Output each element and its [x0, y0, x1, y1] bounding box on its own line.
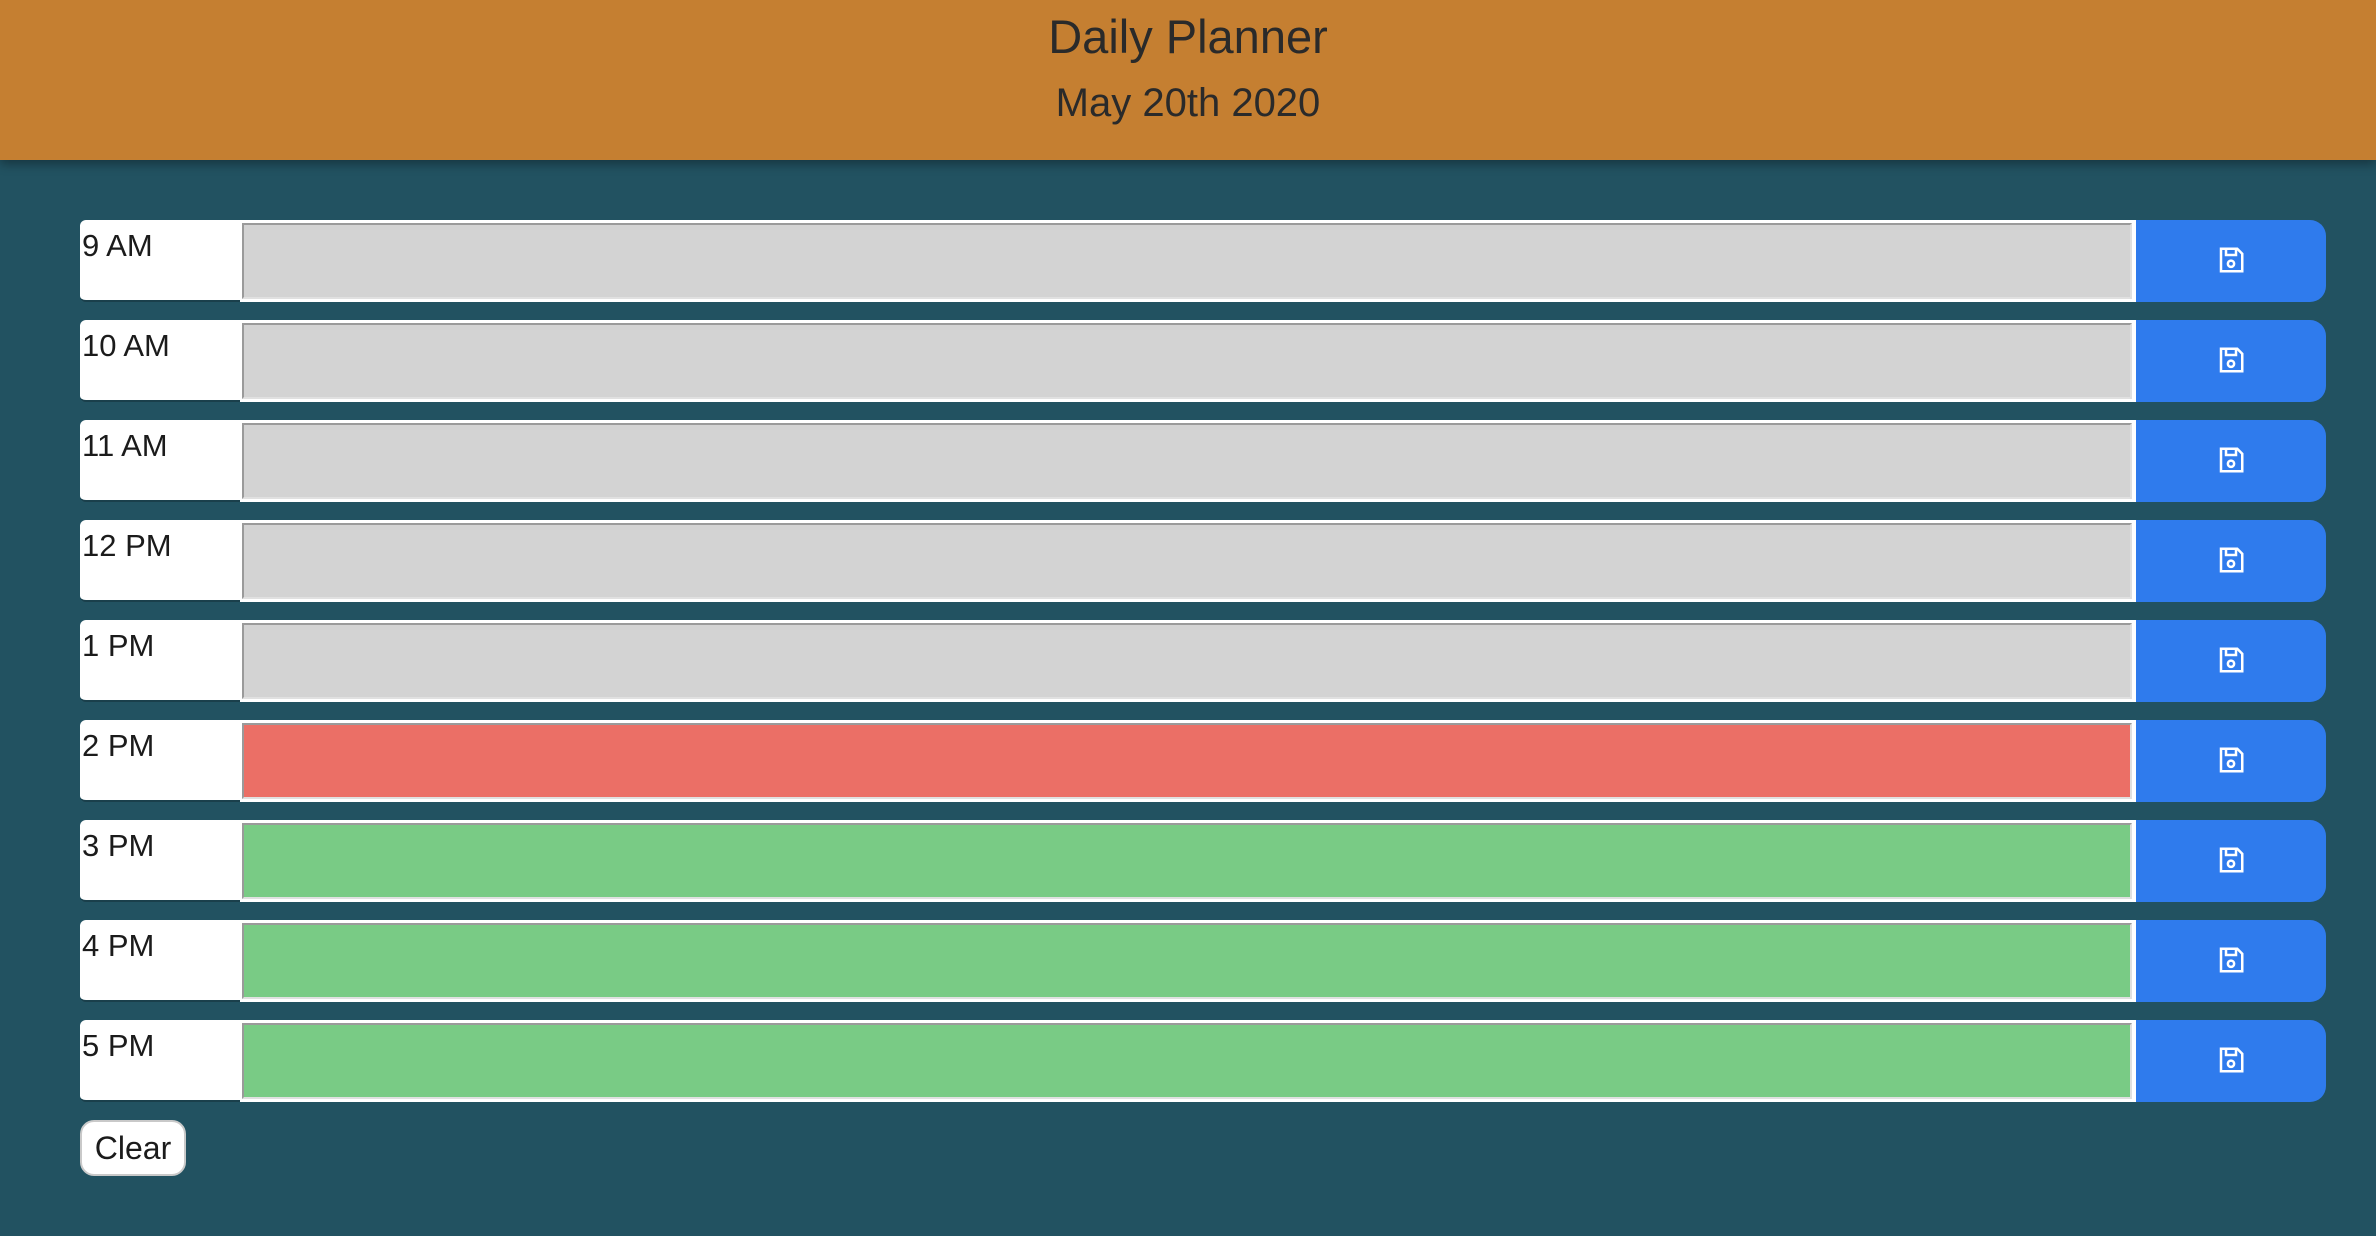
hour-label: 2 PM	[80, 720, 240, 802]
floppy-disk-icon	[2216, 245, 2246, 278]
save-button[interactable]	[2136, 320, 2326, 402]
header: Daily Planner May 20th 2020	[0, 0, 2376, 160]
event-textarea[interactable]	[242, 823, 2132, 899]
hour-label: 11 AM	[80, 420, 240, 502]
save-button[interactable]	[2136, 1020, 2326, 1102]
hour-label: 9 AM	[80, 220, 240, 302]
time-block-row: 10 AM	[80, 320, 2326, 402]
save-button[interactable]	[2136, 520, 2326, 602]
save-button[interactable]	[2136, 420, 2326, 502]
save-button[interactable]	[2136, 720, 2326, 802]
time-block-row: 1 PM	[80, 620, 2326, 702]
event-textarea[interactable]	[242, 623, 2132, 699]
event-textarea[interactable]	[242, 323, 2132, 399]
time-block-row: 5 PM	[80, 1020, 2326, 1102]
time-block-list: 9 AM 10 AM 11 AM 12 PM 1 PM 2 PM 3 PM 4 …	[80, 220, 2326, 1120]
floppy-disk-icon	[2216, 845, 2246, 878]
event-slot	[240, 920, 2216, 1002]
save-button[interactable]	[2136, 820, 2326, 902]
floppy-disk-icon	[2216, 645, 2246, 678]
event-slot	[240, 320, 2216, 402]
floppy-disk-icon	[2216, 745, 2246, 778]
time-block-row: 12 PM	[80, 520, 2326, 602]
event-slot	[240, 1020, 2216, 1102]
floppy-disk-icon	[2216, 545, 2246, 578]
save-button[interactable]	[2136, 620, 2326, 702]
event-slot	[240, 420, 2216, 502]
event-textarea[interactable]	[242, 223, 2132, 299]
event-textarea[interactable]	[242, 723, 2132, 799]
event-slot	[240, 520, 2216, 602]
hour-label: 3 PM	[80, 820, 240, 902]
floppy-disk-icon	[2216, 445, 2246, 478]
save-button[interactable]	[2136, 920, 2326, 1002]
hour-label: 10 AM	[80, 320, 240, 402]
time-block-row: 11 AM	[80, 420, 2326, 502]
time-block-row: 9 AM	[80, 220, 2326, 302]
current-date: May 20th 2020	[1055, 81, 1321, 125]
hour-label: 1 PM	[80, 620, 240, 702]
hour-label: 12 PM	[80, 520, 240, 602]
event-slot	[240, 620, 2216, 702]
event-slot	[240, 220, 2216, 302]
time-block-row: 4 PM	[80, 920, 2326, 1002]
event-textarea[interactable]	[242, 923, 2132, 999]
page-title: Daily Planner	[1048, 10, 1328, 63]
event-textarea[interactable]	[242, 523, 2132, 599]
event-slot	[240, 820, 2216, 902]
hour-label: 5 PM	[80, 1020, 240, 1102]
event-textarea[interactable]	[242, 1023, 2132, 1099]
event-textarea[interactable]	[242, 423, 2132, 499]
floppy-disk-icon	[2216, 345, 2246, 378]
save-button[interactable]	[2136, 220, 2326, 302]
floppy-disk-icon	[2216, 945, 2246, 978]
time-block-row: 2 PM	[80, 720, 2326, 802]
hour-label: 4 PM	[80, 920, 240, 1002]
time-block-row: 3 PM	[80, 820, 2326, 902]
event-slot	[240, 720, 2216, 802]
clear-button[interactable]: Clear	[80, 1120, 186, 1176]
floppy-disk-icon	[2216, 1045, 2246, 1078]
